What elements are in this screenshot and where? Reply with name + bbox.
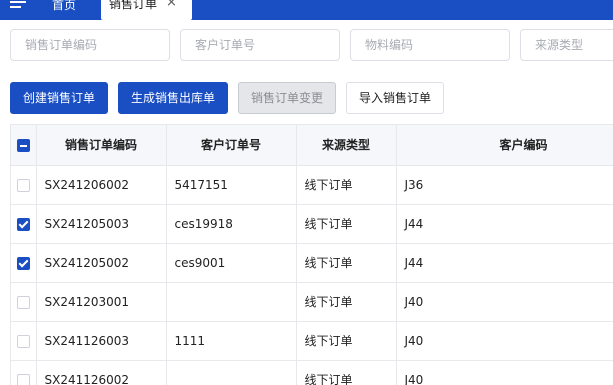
cell-customer-order-no: 5417151 [166, 165, 297, 205]
row-checkbox-cell [11, 282, 37, 322]
row-checkbox-cell [11, 165, 37, 205]
table-row[interactable]: SX241126003 1111 线下订单 J40 [11, 321, 613, 361]
source-type-select[interactable] [520, 29, 613, 61]
row-checkbox[interactable] [16, 178, 30, 192]
cell-sales-order-code: SX241206002 [36, 165, 167, 205]
cell-sales-order-code: SX241126002 [36, 360, 167, 385]
cell-customer-code: J40 [396, 360, 613, 385]
tab-home[interactable]: 首页 [52, 0, 76, 14]
import-sales-order-button[interactable]: 导入销售订单 [346, 82, 444, 114]
top-nav-bar: 首页 销售订单 × [0, 0, 613, 20]
sales-order-change-button: 销售订单变更 [238, 82, 336, 114]
row-checkbox-cell [11, 204, 37, 244]
cell-source-type: 线下订单 [296, 243, 397, 283]
hamburger-menu-icon[interactable] [10, 1, 28, 15]
header-source-type[interactable]: 来源类型 [296, 125, 397, 166]
cell-customer-order-no: ces9001 [166, 243, 297, 283]
close-icon[interactable]: × [166, 0, 177, 10]
row-checkbox-cell [11, 360, 37, 385]
sales-order-code-input[interactable] [10, 29, 170, 61]
cell-sales-order-code: SX241205003 [36, 204, 167, 244]
cell-sales-order-code: SX241205002 [36, 243, 167, 283]
sales-order-table: 销售订单编码 客户订单号 来源类型 客户编码 SX241206002 541715… [10, 124, 613, 385]
table-row[interactable]: SX241206002 5417151 线下订单 J36 [11, 165, 613, 205]
create-sales-order-button[interactable]: 创建销售订单 [10, 82, 108, 114]
customer-order-no-input[interactable] [180, 29, 340, 61]
table-row[interactable]: SX241205002 ces9001 线下订单 J44 [11, 243, 613, 283]
header-customer-order-no[interactable]: 客户订单号 [166, 125, 297, 166]
select-all-cell [11, 125, 37, 166]
table-header-row: 销售订单编码 客户订单号 来源类型 客户编码 [11, 125, 613, 166]
cell-source-type: 线下订单 [296, 282, 397, 322]
cell-customer-order-no: ces19918 [166, 204, 297, 244]
cell-customer-code: J36 [396, 165, 613, 205]
row-checkbox-cell [11, 243, 37, 283]
cell-customer-order-no [166, 360, 297, 385]
cell-customer-code: J40 [396, 321, 613, 361]
cell-sales-order-code: SX241126003 [36, 321, 167, 361]
cell-source-type: 线下订单 [296, 165, 397, 205]
table-row[interactable]: SX241203001 线下订单 J40 [11, 282, 613, 322]
cell-customer-code: J44 [396, 204, 613, 244]
generate-outbound-order-button[interactable]: 生成销售出库单 [118, 82, 228, 114]
row-checkbox-cell [11, 321, 37, 361]
cell-customer-code: J44 [396, 243, 613, 283]
row-checkbox[interactable] [16, 256, 30, 270]
cell-customer-code: J40 [396, 282, 613, 322]
row-checkbox[interactable] [16, 373, 30, 385]
tab-sales-order-label: 销售订单 [109, 0, 158, 11]
header-customer-code[interactable]: 客户编码 [396, 125, 613, 166]
cell-customer-order-no [166, 282, 297, 322]
row-checkbox[interactable] [16, 217, 30, 231]
table-row[interactable]: SX241205003 ces19918 线下订单 J44 [11, 204, 613, 244]
cell-customer-order-no: 1111 [166, 321, 297, 361]
header-sales-order-code[interactable]: 销售订单编码 [36, 125, 167, 166]
row-checkbox[interactable] [16, 334, 30, 348]
table-row[interactable]: SX241126002 线下订单 J40 [11, 360, 613, 385]
cell-source-type: 线下订单 [296, 321, 397, 361]
row-checkbox[interactable] [16, 295, 30, 309]
cell-source-type: 线下订单 [296, 204, 397, 244]
tab-sales-order[interactable]: 销售订单 × [101, 0, 192, 20]
cell-source-type: 线下订单 [296, 360, 397, 385]
material-code-input[interactable] [350, 29, 510, 61]
cell-sales-order-code: SX241203001 [36, 282, 167, 322]
select-all-checkbox[interactable] [16, 138, 30, 152]
